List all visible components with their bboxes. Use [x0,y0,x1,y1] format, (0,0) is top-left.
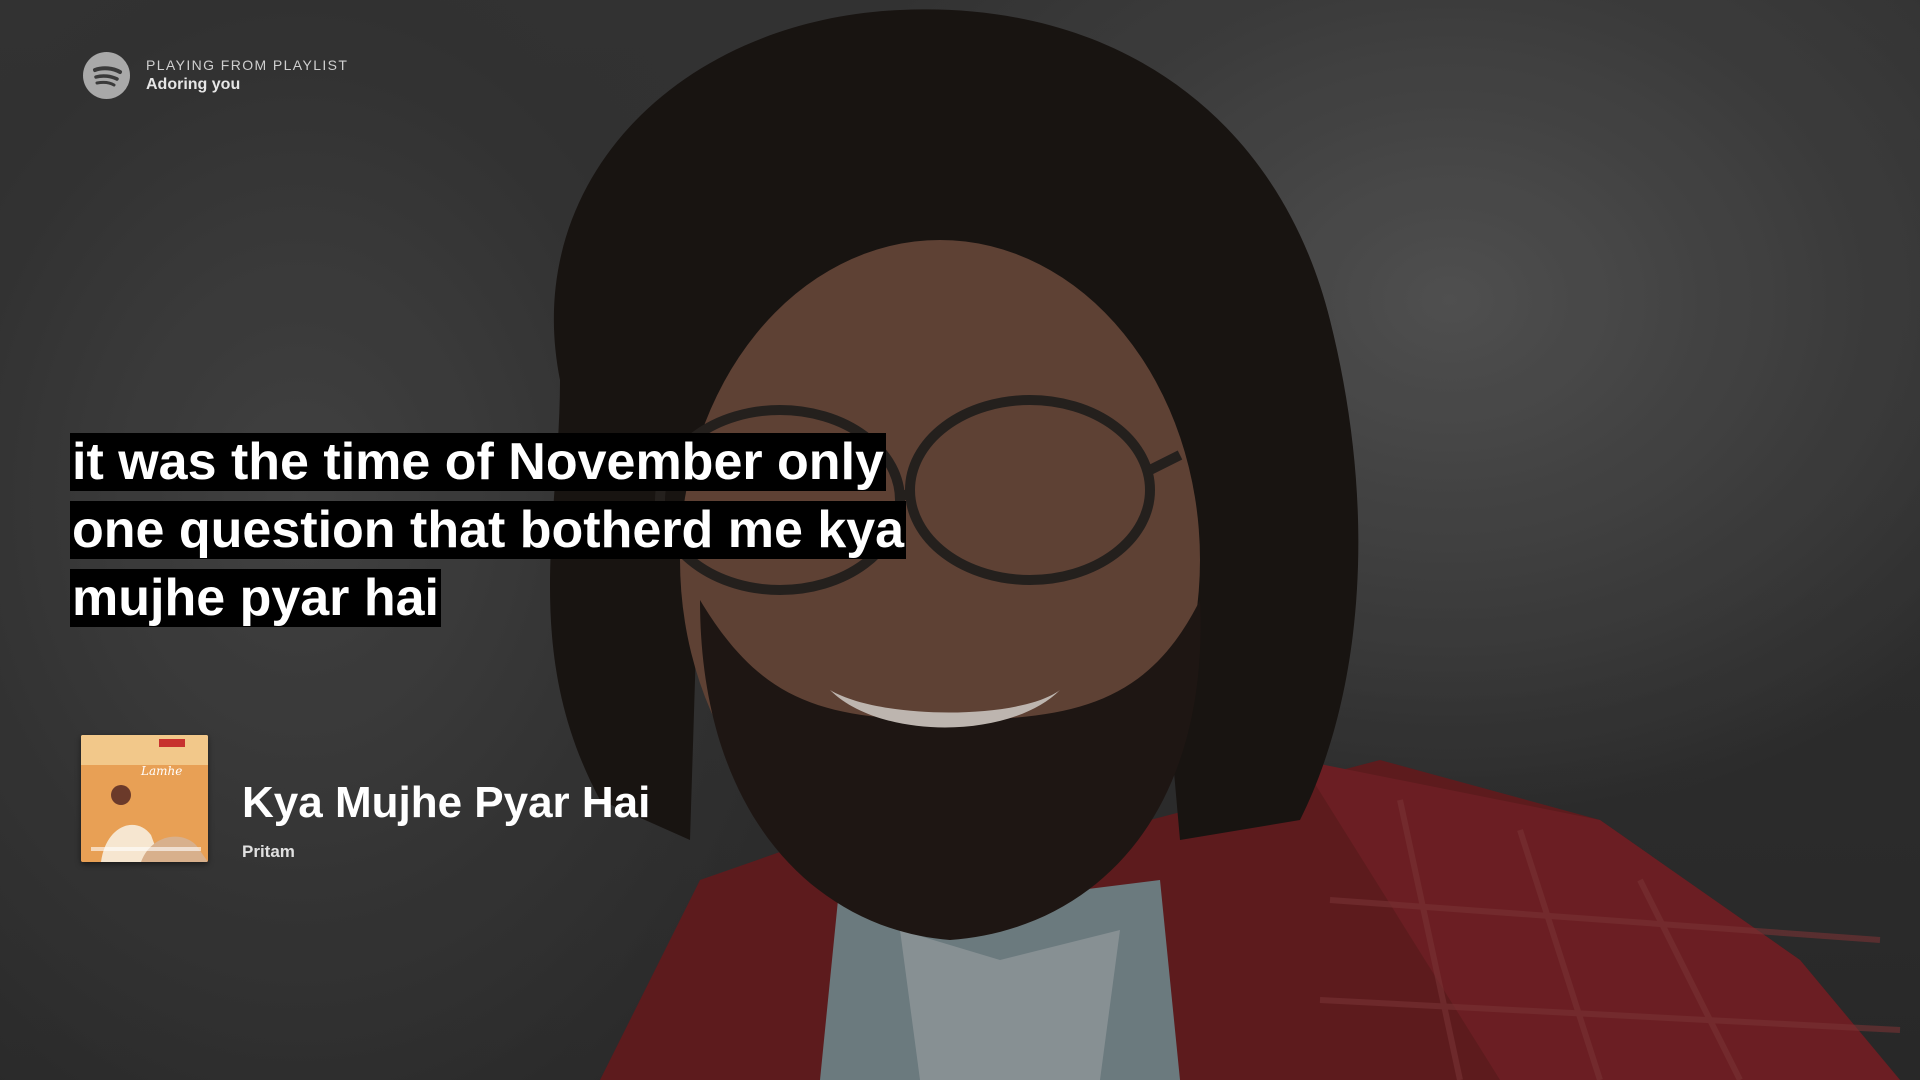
track-artist[interactable]: Pritam [242,842,650,862]
lyric-line: it was the time of November only [70,433,886,491]
lyric-line: mujhe pyar hai [70,569,441,627]
lyrics-block: it was the time of November only one que… [70,428,930,632]
playing-from-label: PLAYING FROM PLAYLIST [146,57,349,73]
header-text: PLAYING FROM PLAYLIST Adoring you [146,57,348,94]
lyric-line: one question that botherd me kya [70,501,907,559]
track-title[interactable]: Kya Mujhe Pyar Hai [242,778,650,828]
spotify-logo-icon [83,52,130,99]
lyrics-fullscreen-view: PLAYING FROM PLAYLIST Adoring you it was… [0,0,1920,1080]
playing-from-header[interactable]: PLAYING FROM PLAYLIST Adoring you [83,52,348,99]
now-playing-track: Lamhe Kya Mujhe Pyar Hai Pritam [81,735,650,862]
track-info: Kya Mujhe Pyar Hai Pritam [242,778,650,862]
playlist-name[interactable]: Adoring you [146,76,348,94]
svg-text:Lamhe: Lamhe [140,764,182,778]
album-cover-art[interactable]: Lamhe [81,735,208,862]
